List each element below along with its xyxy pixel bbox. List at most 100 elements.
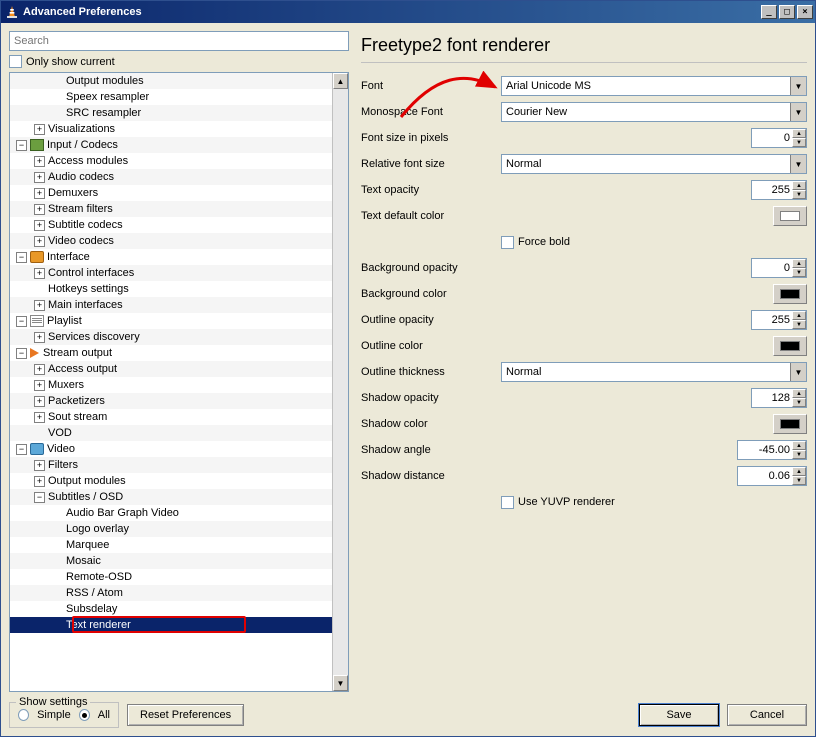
background-opacity-spinner[interactable]: 0▲▼ <box>751 258 807 278</box>
outline-thickness-combobox[interactable]: Normal▼ <box>501 362 807 382</box>
shadow-angle-spinner[interactable]: -45.00▲▼ <box>737 440 807 460</box>
simple-radio-label: Simple <box>37 709 71 721</box>
expand-icon[interactable]: + <box>34 300 45 311</box>
collapse-icon[interactable]: − <box>34 492 45 503</box>
tree-item[interactable]: Output modules <box>10 73 332 89</box>
show-settings-legend: Show settings <box>16 696 90 708</box>
expand-icon[interactable]: + <box>34 396 45 407</box>
reset-preferences-button[interactable]: Reset Preferences <box>127 704 244 726</box>
expand-icon[interactable]: + <box>34 172 45 183</box>
all-radio[interactable] <box>79 709 90 721</box>
relative-font-size-label: Relative font size <box>361 158 501 170</box>
tree-item[interactable]: Audio Bar Graph Video <box>10 505 332 521</box>
tree-item[interactable]: +Services discovery <box>10 329 332 345</box>
tree-item[interactable]: − Stream output <box>10 345 332 361</box>
tree-scrollbar[interactable]: ▲ ▼ <box>332 73 348 691</box>
tree-item[interactable]: VOD <box>10 425 332 441</box>
tree-item[interactable]: +Packetizers <box>10 393 332 409</box>
tree-item[interactable]: +Stream filters <box>10 201 332 217</box>
minimize-button[interactable]: _ <box>761 5 777 19</box>
tree-item[interactable]: Remote-OSD <box>10 569 332 585</box>
background-opacity-label: Background opacity <box>361 262 501 274</box>
tree-item[interactable]: Mosaic <box>10 553 332 569</box>
shadow-opacity-label: Shadow opacity <box>361 392 501 404</box>
search-input[interactable] <box>9 31 349 51</box>
tree-item[interactable]: Logo overlay <box>10 521 332 537</box>
app-icon <box>5 5 19 19</box>
background-color-button[interactable] <box>773 284 807 304</box>
save-button[interactable]: Save <box>639 704 719 726</box>
only-show-current-label: Only show current <box>26 56 115 68</box>
collapse-icon[interactable]: − <box>16 140 27 151</box>
tree-item[interactable]: +Access modules <box>10 153 332 169</box>
tree-item[interactable]: +Filters <box>10 457 332 473</box>
tree-item[interactable]: −Playlist <box>10 313 332 329</box>
expand-icon[interactable]: + <box>34 380 45 391</box>
expand-icon[interactable]: + <box>34 236 45 247</box>
yuvp-checkbox[interactable] <box>501 496 514 509</box>
tree-item[interactable]: +Video codecs <box>10 233 332 249</box>
force-bold-checkbox[interactable] <box>501 236 514 249</box>
tree-item[interactable]: +Main interfaces <box>10 297 332 313</box>
tree-item-label: SRC resampler <box>66 107 141 119</box>
tree-item[interactable]: Speex resampler <box>10 89 332 105</box>
tree-item[interactable]: Hotkeys settings <box>10 281 332 297</box>
tree-item[interactable]: +Subtitle codecs <box>10 217 332 233</box>
expand-icon[interactable]: + <box>34 156 45 167</box>
tree-item[interactable]: +Audio codecs <box>10 169 332 185</box>
expand-icon[interactable]: + <box>34 124 45 135</box>
font-size-pixels-spinner[interactable]: 0▲▼ <box>751 128 807 148</box>
expand-icon[interactable]: + <box>34 204 45 215</box>
tree-item[interactable]: −Input / Codecs <box>10 137 332 153</box>
scroll-down-button[interactable]: ▼ <box>333 675 348 691</box>
shadow-color-button[interactable] <box>773 414 807 434</box>
relative-font-size-combobox[interactable]: Normal▼ <box>501 154 807 174</box>
scroll-up-button[interactable]: ▲ <box>333 73 348 89</box>
tree-item[interactable]: +Control interfaces <box>10 265 332 281</box>
text-default-color-button[interactable] <box>773 206 807 226</box>
tree-item[interactable]: −Video <box>10 441 332 457</box>
expand-icon[interactable]: + <box>34 220 45 231</box>
close-button[interactable]: × <box>797 5 813 19</box>
outline-opacity-spinner[interactable]: 255▲▼ <box>751 310 807 330</box>
text-opacity-spinner[interactable]: 255▲▼ <box>751 180 807 200</box>
outline-color-button[interactable] <box>773 336 807 356</box>
tree-item[interactable]: −Subtitles / OSD <box>10 489 332 505</box>
collapse-icon[interactable]: − <box>16 348 27 359</box>
shadow-opacity-spinner[interactable]: 128▲▼ <box>751 388 807 408</box>
tree-spacer <box>52 524 63 535</box>
tree-item-label: Services discovery <box>48 331 140 343</box>
cancel-button[interactable]: Cancel <box>727 704 807 726</box>
expand-icon[interactable]: + <box>34 364 45 375</box>
expand-icon[interactable]: + <box>34 188 45 199</box>
shadow-distance-spinner[interactable]: 0.06▲▼ <box>737 466 807 486</box>
tree-item[interactable]: +Access output <box>10 361 332 377</box>
expand-icon[interactable]: + <box>34 412 45 423</box>
tree-item[interactable]: +Visualizations <box>10 121 332 137</box>
tree-item[interactable]: +Demuxers <box>10 185 332 201</box>
tree-item[interactable]: Subsdelay <box>10 601 332 617</box>
tree-item[interactable]: +Sout stream <box>10 409 332 425</box>
tree-item-label: Stream output <box>43 347 112 359</box>
tree-item-label: Sout stream <box>48 411 107 423</box>
simple-radio[interactable] <box>18 709 29 721</box>
collapse-icon[interactable]: − <box>16 316 27 327</box>
only-show-current-checkbox[interactable] <box>9 55 22 68</box>
tree-spacer <box>34 428 45 439</box>
color-swatch <box>780 341 800 351</box>
expand-icon[interactable]: + <box>34 268 45 279</box>
tree-item[interactable]: Marquee <box>10 537 332 553</box>
tree-item[interactable]: −Interface <box>10 249 332 265</box>
maximize-button[interactable]: □ <box>779 5 795 19</box>
tree-item[interactable]: +Muxers <box>10 377 332 393</box>
collapse-icon[interactable]: − <box>16 252 27 263</box>
monospace-font-combobox[interactable]: Courier New▼ <box>501 102 807 122</box>
tree-item[interactable]: +Output modules <box>10 473 332 489</box>
tree-item[interactable]: SRC resampler <box>10 105 332 121</box>
expand-icon[interactable]: + <box>34 332 45 343</box>
collapse-icon[interactable]: − <box>16 444 27 455</box>
expand-icon[interactable]: + <box>34 476 45 487</box>
tree-item[interactable]: RSS / Atom <box>10 585 332 601</box>
font-combobox[interactable]: Arial Unicode MS▼ <box>501 76 807 96</box>
expand-icon[interactable]: + <box>34 460 45 471</box>
